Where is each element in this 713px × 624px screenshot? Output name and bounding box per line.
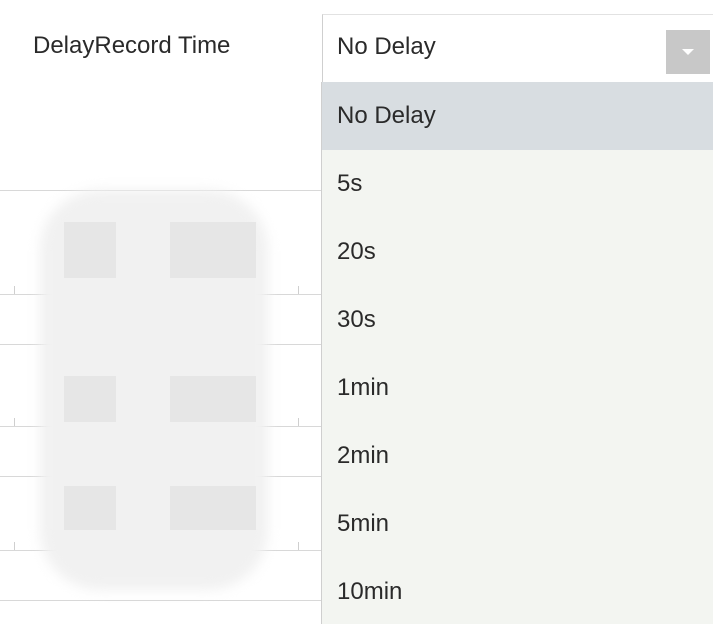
option-20s[interactable]: 20s bbox=[322, 218, 713, 286]
select-current-value: No Delay bbox=[337, 33, 436, 60]
option-5min[interactable]: 5min bbox=[322, 490, 713, 558]
option-30s[interactable]: 30s bbox=[322, 286, 713, 354]
blur-cell bbox=[64, 222, 116, 278]
delay-record-time-label: DelayRecord Time bbox=[33, 32, 231, 59]
table-row bbox=[0, 600, 321, 601]
option-10min[interactable]: 10min bbox=[322, 558, 713, 624]
delay-record-time-select[interactable]: No Delay bbox=[322, 14, 713, 82]
tick-mark bbox=[14, 286, 15, 294]
delay-options-dropdown: No Delay 5s 20s 30s 1min 2min 5min 10min bbox=[321, 82, 713, 624]
tick-mark bbox=[14, 418, 15, 426]
blur-cell bbox=[64, 486, 116, 530]
tick-mark bbox=[14, 542, 15, 550]
blur-cell bbox=[170, 222, 256, 278]
tick-mark bbox=[298, 542, 299, 550]
option-1min[interactable]: 1min bbox=[322, 354, 713, 422]
screen: DelayRecord Time No Delay No Delay 5s 20… bbox=[0, 0, 713, 624]
blur-cell bbox=[170, 486, 256, 530]
option-no-delay[interactable]: No Delay bbox=[322, 82, 713, 150]
option-5s[interactable]: 5s bbox=[322, 150, 713, 218]
blur-cell bbox=[64, 376, 116, 422]
tick-mark bbox=[298, 286, 299, 294]
chevron-down-icon[interactable] bbox=[666, 30, 710, 74]
option-2min[interactable]: 2min bbox=[322, 422, 713, 490]
blur-cell bbox=[170, 376, 256, 422]
tick-mark bbox=[298, 418, 299, 426]
